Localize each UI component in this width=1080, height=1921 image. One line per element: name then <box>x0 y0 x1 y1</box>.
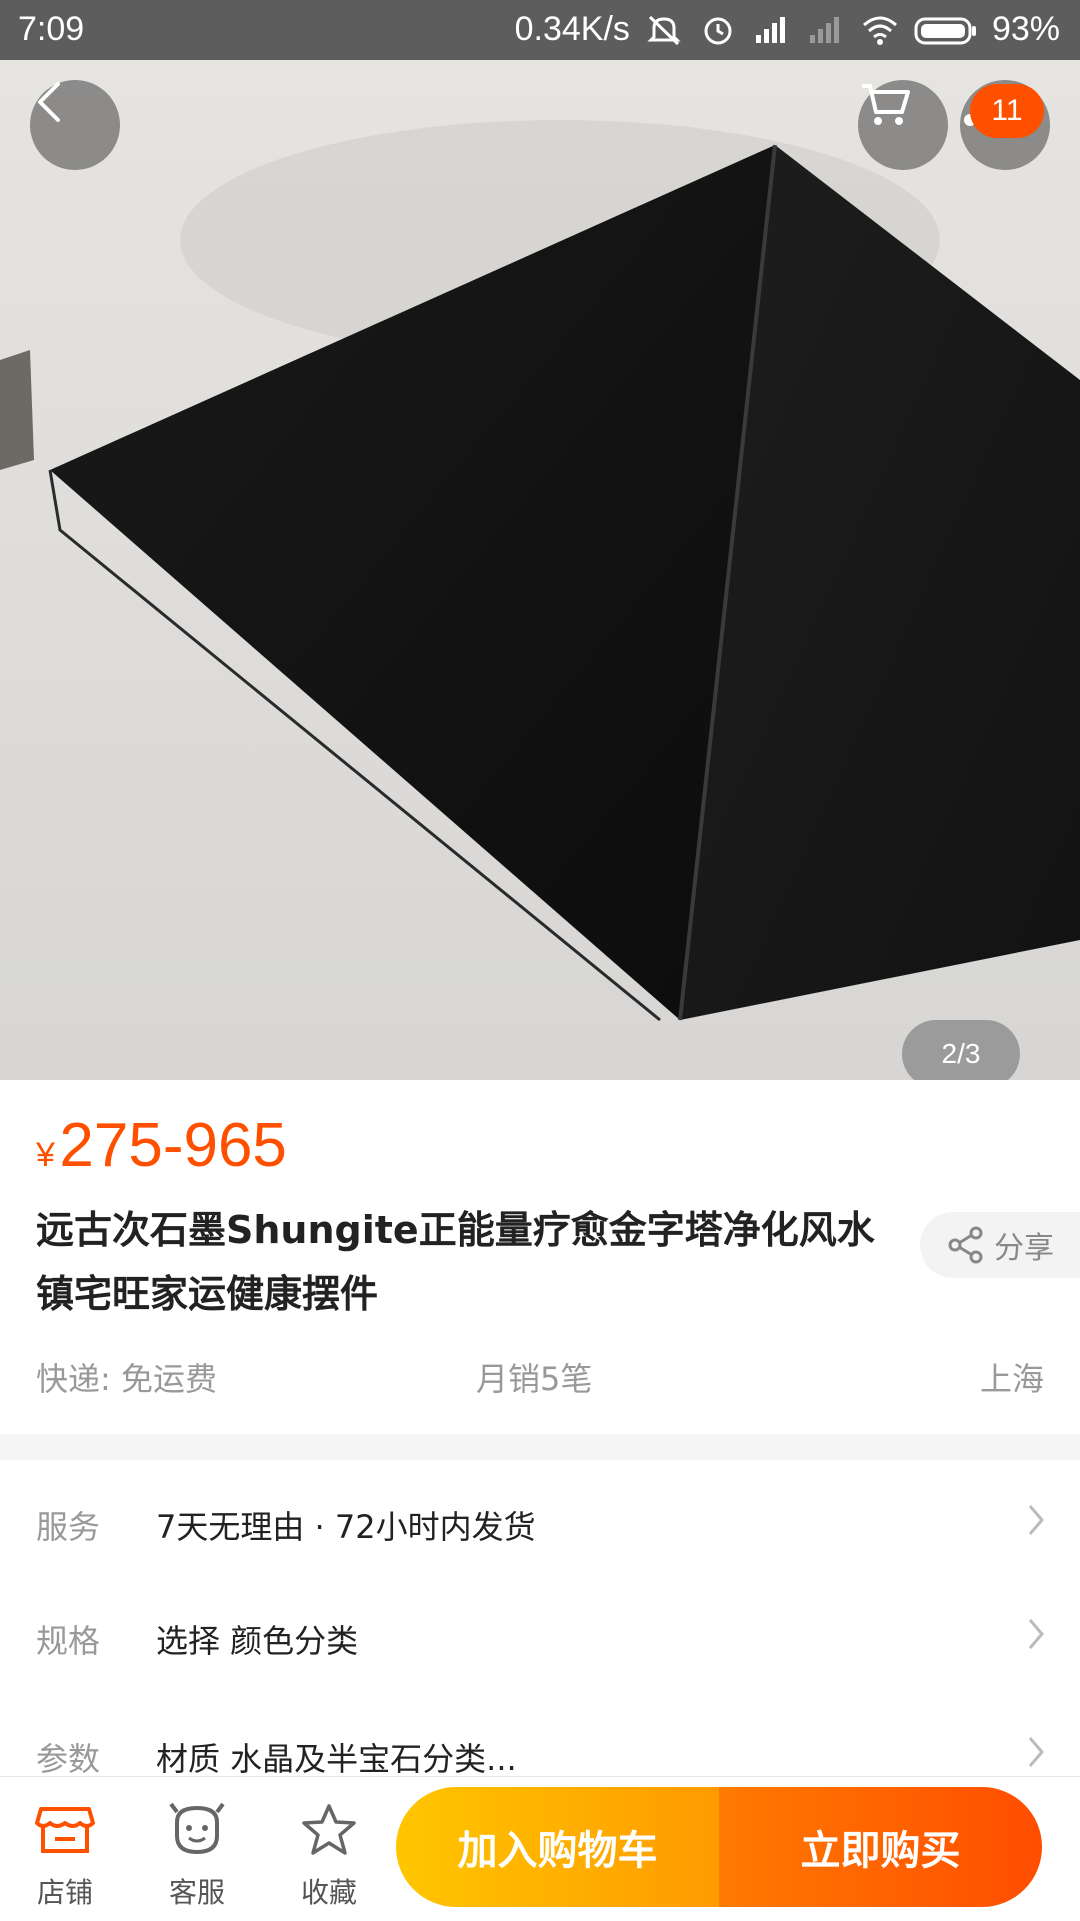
product-title: 远古次石墨Shungite正能量疗愈金字塔净化风水镇宅旺家运健康摆件 <box>36 1208 875 1316</box>
row-label: 规格 <box>36 1622 101 1660</box>
row-value: 7天无理由 · 72小时内发货 <box>156 1508 536 1546</box>
row-label: 服务 <box>36 1508 101 1546</box>
monthly-sales: 月销5笔 <box>476 1360 593 1398</box>
section-divider <box>0 1434 1080 1460</box>
price: ¥ 275-965 <box>36 1110 287 1181</box>
image-pager: 2/3 <box>902 1020 1020 1080</box>
battery-icon <box>914 17 976 44</box>
customer-service-icon <box>169 1802 225 1855</box>
shipping-info: 快递: 免运费 <box>36 1360 217 1398</box>
row-value: 材质 水晶及半宝石分类... <box>156 1740 517 1778</box>
mute-bell-icon <box>647 15 681 45</box>
cart-count-badge: 11 <box>970 84 1044 138</box>
favorite-tab[interactable]: 收藏 <box>274 1795 384 1911</box>
store-label: 店铺 <box>36 1876 93 1909</box>
alarm-icon <box>704 17 732 44</box>
back-arrow-icon <box>38 82 60 122</box>
signal-weak-icon <box>809 16 839 43</box>
product-photo <box>0 60 1080 1080</box>
product-image-carousel[interactable]: 11 2/3 <box>0 60 1080 1080</box>
status-bar: 7:09 0.34K/s 93% <box>0 0 1080 60</box>
chevron-right-icon <box>1028 1505 1044 1535</box>
bottom-action-bar: 店铺 客服 收藏 加入购物车 立即购买 <box>0 1776 1080 1921</box>
favorite-label: 收藏 <box>300 1876 357 1909</box>
store-tab[interactable]: 店铺 <box>10 1795 120 1911</box>
status-icons: 0.34K/s 93% <box>515 10 1060 49</box>
battery-level: 93% <box>991 10 1060 48</box>
star-icon <box>302 1804 356 1855</box>
share-label: 分享 <box>994 1231 1054 1266</box>
customer-service-label: 客服 <box>168 1876 225 1909</box>
spec-row[interactable]: 规格 选择 颜色分类 <box>0 1584 1080 1694</box>
buy-now-button[interactable]: 立即购买 <box>719 1787 1042 1907</box>
signal-icon <box>755 16 785 43</box>
service-row[interactable]: 服务 7天无理由 · 72小时内发货 <box>0 1470 1080 1580</box>
purchase-buttons: 加入购物车 立即购买 <box>396 1787 1042 1907</box>
status-time: 7:09 <box>18 10 85 48</box>
ship-from-location: 上海 <box>979 1360 1044 1398</box>
chevron-right-icon <box>1028 1737 1044 1767</box>
net-speed: 0.34K/s <box>514 10 630 48</box>
currency-symbol: ¥ <box>36 1136 55 1174</box>
cart-icon <box>862 84 910 125</box>
chevron-right-icon <box>1028 1619 1044 1649</box>
row-value: 选择 颜色分类 <box>156 1622 359 1660</box>
price-range: 275-965 <box>59 1111 287 1180</box>
back-button[interactable] <box>30 80 120 170</box>
row-label: 参数 <box>36 1740 101 1778</box>
share-icon <box>948 1226 983 1264</box>
product-meta: 快递: 免运费 月销5笔 上海 <box>36 1354 1044 1398</box>
add-to-cart-button[interactable]: 加入购物车 <box>396 1787 719 1907</box>
store-icon <box>35 1807 95 1853</box>
cart-button[interactable] <box>858 80 948 170</box>
customer-service-tab[interactable]: 客服 <box>142 1795 252 1911</box>
wifi-icon <box>862 16 897 45</box>
share-button[interactable]: 分享 <box>920 1212 1080 1278</box>
